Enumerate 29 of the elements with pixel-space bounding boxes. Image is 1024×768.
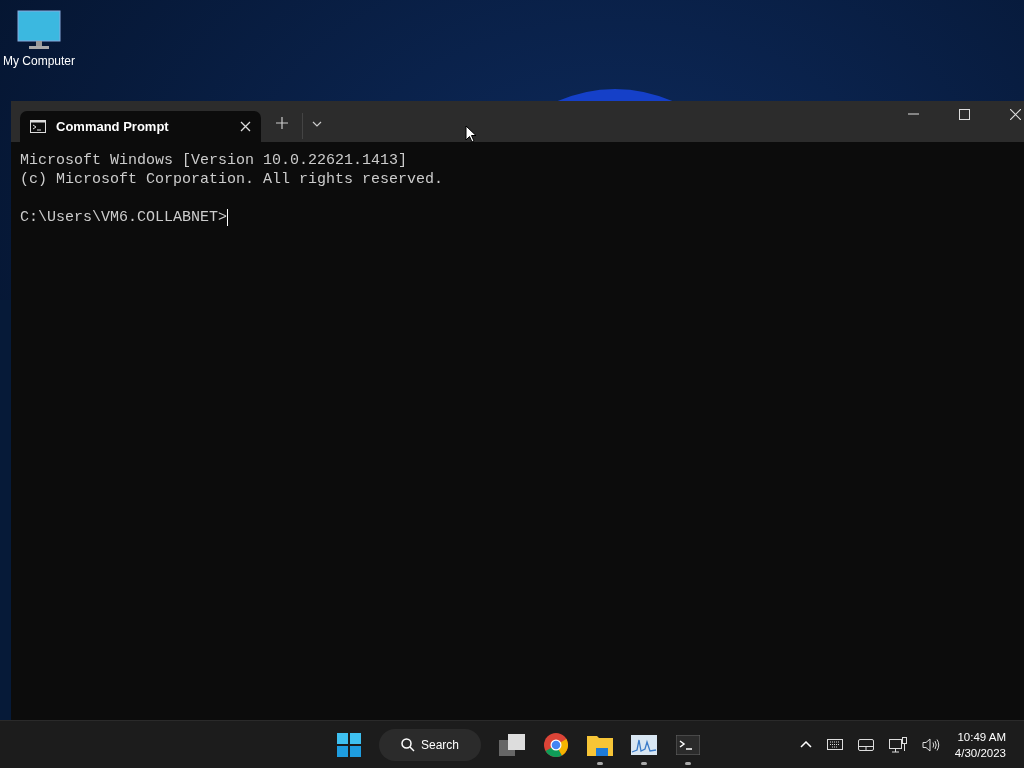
search-button[interactable]: Search xyxy=(379,728,482,761)
start-icon[interactable] xyxy=(337,732,361,757)
mouse-pointer-icon xyxy=(465,125,477,143)
chevron-up-icon[interactable] xyxy=(799,741,812,748)
speaker-icon[interactable] xyxy=(921,737,940,752)
clock[interactable]: 10:49 AM 4/30/2023 xyxy=(954,728,1006,761)
console-line: Microsoft Windows [Version 10.0.22621.1413] xyxy=(20,151,408,170)
plus-icon[interactable] xyxy=(276,117,288,129)
tab[interactable]: Command Prompt xyxy=(20,111,261,142)
text-cursor xyxy=(227,209,229,226)
windows-icon[interactable] xyxy=(499,733,526,756)
chart-icon[interactable] xyxy=(631,734,658,755)
command-prompt: C:\Users\VM6.COLLABNET> xyxy=(20,208,228,227)
tab-title: Command Prompt xyxy=(56,119,170,134)
search-icon xyxy=(401,737,415,752)
console-line: (c) Microsoft Corporation. All rights reserved. xyxy=(20,170,444,189)
touchpad-icon[interactable] xyxy=(857,738,874,751)
chevron-down-icon[interactable] xyxy=(312,121,322,127)
folder-icon[interactable] xyxy=(587,733,614,756)
browser-icon[interactable] xyxy=(544,732,569,757)
console-icon xyxy=(30,120,46,133)
close-icon[interactable] xyxy=(1010,108,1021,120)
monitor-icon[interactable] xyxy=(17,10,61,50)
terminal-icon[interactable] xyxy=(676,734,701,755)
keyboard-icon[interactable] xyxy=(826,739,843,750)
desktop-icon-label[interactable]: My Computer xyxy=(3,54,75,68)
close-icon[interactable] xyxy=(240,121,251,132)
network-icon[interactable] xyxy=(888,736,907,753)
maximize-icon[interactable] xyxy=(959,108,970,120)
